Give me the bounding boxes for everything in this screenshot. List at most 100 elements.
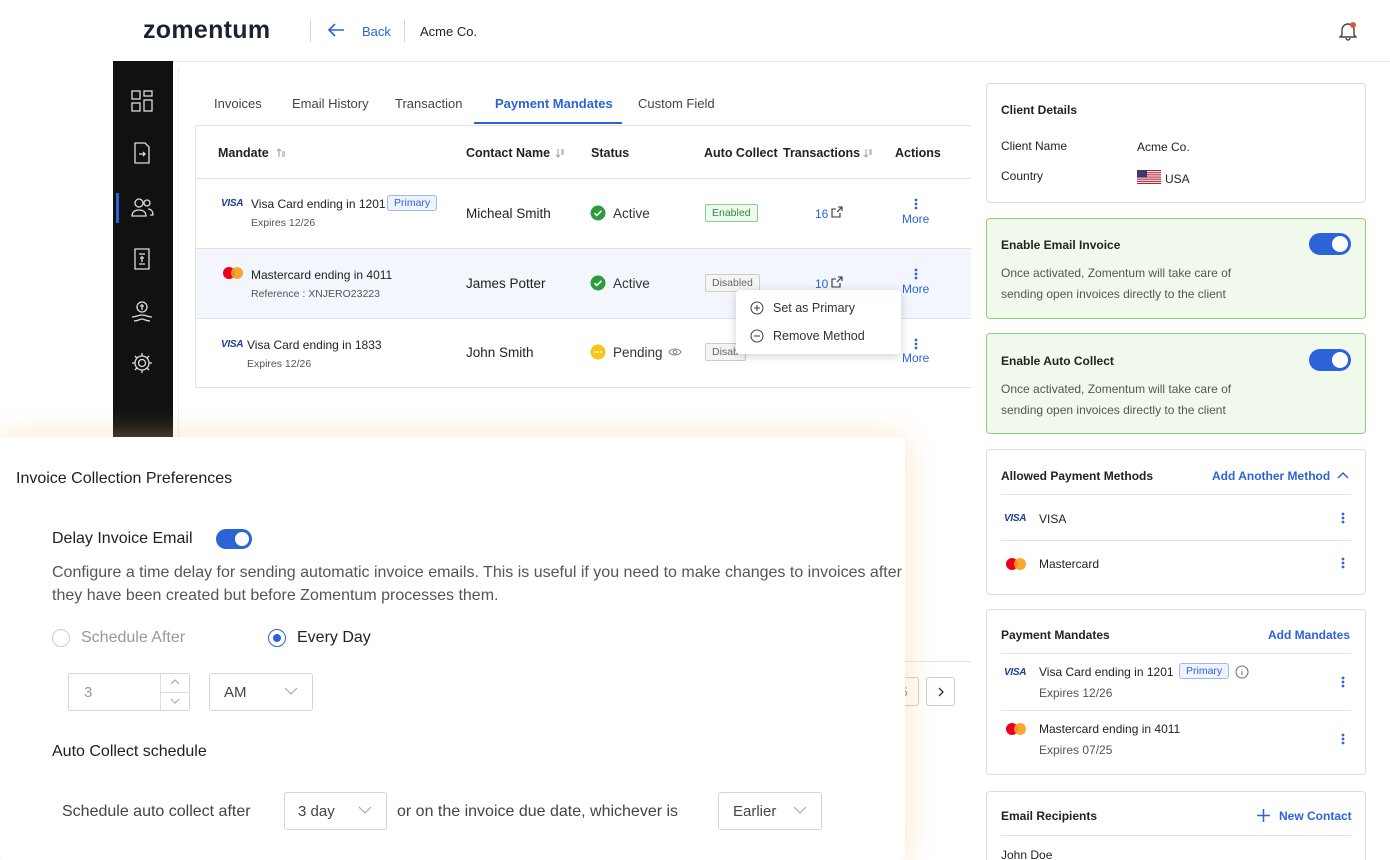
add-mandates-link[interactable]: Add Mandates <box>1268 628 1350 642</box>
schedule-after-radio[interactable] <box>52 629 70 647</box>
payment-hand-icon[interactable] <box>130 299 154 323</box>
kebab-menu-icon[interactable] <box>914 338 918 350</box>
mandate-title: Mastercard ending in 4011 <box>251 268 393 282</box>
minus-circle-icon <box>750 329 764 343</box>
mandate-subtitle: Expires 12/26 <box>1039 686 1113 700</box>
divider <box>196 248 971 249</box>
kebab-menu-icon[interactable] <box>1341 733 1345 745</box>
pagination-next-button[interactable] <box>926 677 955 706</box>
menu-set-as-primary[interactable]: Set as Primary <box>773 301 855 315</box>
chevron-down-icon[interactable] <box>170 698 180 704</box>
zomentum-logo[interactable]: zomentum <box>143 16 270 45</box>
mandate-title: Mastercard ending in 4011 <box>1039 722 1181 736</box>
recipient-name: John Doe <box>1001 848 1053 860</box>
active-check-icon <box>590 275 606 291</box>
header-actions: Actions <box>895 146 941 160</box>
hour-stepper[interactable]: 3 <box>68 673 190 711</box>
menu-remove-method[interactable]: Remove Method <box>773 329 865 343</box>
back-arrow-icon[interactable] <box>327 22 345 38</box>
card-description: Once activated, Zomentum will take care … <box>1001 266 1232 280</box>
new-contact-link[interactable]: New Contact <box>1279 809 1352 823</box>
active-tab-indicator <box>474 122 622 124</box>
external-link-icon[interactable] <box>831 206 843 218</box>
kebab-menu-icon[interactable] <box>1341 512 1345 524</box>
divider <box>310 20 311 42</box>
header-auto-collect: Auto Collect <box>704 146 778 160</box>
auto-collect-days-select[interactable]: 3 day <box>284 792 387 830</box>
more-button[interactable]: More <box>902 351 929 365</box>
auto-collect-toggle[interactable] <box>1309 349 1351 371</box>
sort-icon[interactable] <box>276 148 286 158</box>
tab-payment-mandates[interactable]: Payment Mandates <box>495 96 613 111</box>
days-value: 3 day <box>298 803 335 820</box>
dashboard-icon[interactable] <box>130 89 154 113</box>
tab-email-history[interactable]: Email History <box>292 96 369 111</box>
external-link-icon[interactable] <box>831 276 843 288</box>
am-pm-select[interactable]: AM <box>209 673 313 711</box>
country-value: USA <box>1165 172 1190 186</box>
add-another-method-link[interactable]: Add Another Method <box>1212 469 1330 483</box>
tab-custom-field[interactable]: Custom Field <box>638 96 715 111</box>
schedule-after-label: Schedule After <box>81 629 186 646</box>
more-button[interactable]: More <box>902 212 929 226</box>
notification-bell-icon[interactable] <box>1339 21 1357 41</box>
card-description: sending open invoices directly to the cl… <box>1001 403 1226 417</box>
auto-collect-schedule-title: Auto Collect schedule <box>52 743 207 760</box>
hour-value: 3 <box>84 684 93 701</box>
divider <box>1001 710 1351 711</box>
header-transactions[interactable]: Transactions <box>783 146 860 160</box>
earlier-later-select[interactable]: Earlier <box>718 792 822 830</box>
tab-invoices[interactable]: Invoices <box>214 96 262 111</box>
header-mandate[interactable]: Mandate <box>218 146 269 160</box>
card-description: sending open invoices directly to the cl… <box>1001 287 1226 301</box>
mandate-title: Visa Card ending in 1201 <box>251 197 386 211</box>
client-name-value: Acme Co. <box>1137 140 1190 154</box>
back-link[interactable]: Back <box>362 24 391 39</box>
chevron-down-icon <box>284 687 298 695</box>
kebab-menu-icon[interactable] <box>914 198 918 210</box>
card-title: Email Recipients <box>1001 809 1098 823</box>
divider <box>1001 653 1351 654</box>
users-icon[interactable] <box>130 195 154 219</box>
status-text: Pending <box>613 345 663 360</box>
delay-email-title: Delay Invoice Email <box>52 530 193 547</box>
plus-icon[interactable] <box>1257 809 1270 822</box>
card-title: Payment Mandates <box>1001 628 1110 642</box>
kebab-menu-icon[interactable] <box>1341 676 1345 688</box>
invoice-icon[interactable] <box>130 247 154 271</box>
sort-icon[interactable] <box>863 148 873 158</box>
country-label: Country <box>1001 169 1044 183</box>
header-contact-name[interactable]: Contact Name <box>466 146 550 160</box>
tab-transaction[interactable]: Transaction <box>395 96 462 111</box>
card-title: Enable Email Invoice <box>1001 238 1121 252</box>
eye-icon[interactable] <box>668 347 682 357</box>
info-icon[interactable] <box>1235 665 1249 679</box>
mandate-subtitle: Expires 07/25 <box>1039 743 1113 757</box>
transactions-link[interactable]: 16 <box>815 207 828 221</box>
transactions-link[interactable]: 10 <box>815 277 828 291</box>
us-flag-icon <box>1137 170 1161 184</box>
card-description: Once activated, Zomentum will take care … <box>1001 382 1232 396</box>
auto-collect-middle: or on the invoice due date, whichever is <box>397 803 679 820</box>
top-bar <box>115 0 1390 62</box>
every-day-radio[interactable] <box>268 629 286 647</box>
am-pm-value: AM <box>224 684 247 701</box>
divider <box>1001 835 1351 836</box>
auto-collect-badge: Enabled <box>705 204 758 222</box>
visa-logo-icon: VISA <box>1004 667 1027 678</box>
kebab-menu-icon[interactable] <box>914 268 918 280</box>
divider <box>895 661 971 662</box>
earlier-value: Earlier <box>733 803 777 820</box>
kebab-menu-icon[interactable] <box>1341 557 1345 569</box>
email-invoice-toggle[interactable] <box>1309 233 1351 255</box>
client-name-label: Client Name <box>1001 139 1068 153</box>
sort-icon[interactable] <box>555 148 565 158</box>
mandate-subtitle: Expires 12/26 <box>247 358 312 370</box>
delay-email-toggle[interactable] <box>216 529 252 549</box>
more-button[interactable]: More <box>902 282 929 296</box>
document-transfer-icon[interactable] <box>130 141 154 165</box>
chevron-up-icon[interactable] <box>1337 471 1349 479</box>
settings-gear-icon[interactable] <box>130 351 154 375</box>
chevron-up-icon[interactable] <box>170 679 180 685</box>
pending-icon <box>590 344 606 360</box>
